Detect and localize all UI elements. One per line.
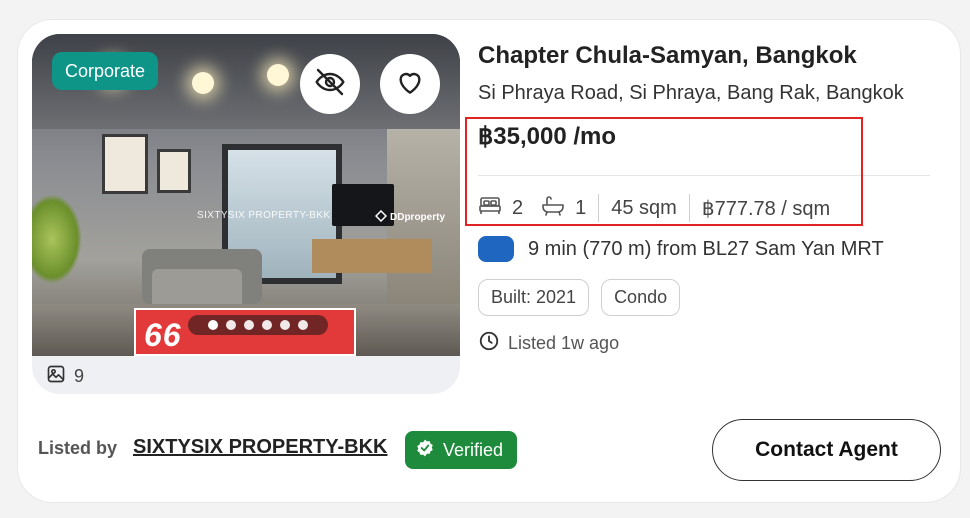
listing-tag: Condo [601,279,681,316]
shield-check-icon [415,438,435,463]
contact-agent-button[interactable]: Contact Agent [712,419,941,481]
ddproperty-logo: DDproperty [374,209,446,223]
mrt-line-badge [478,236,514,262]
photo-watermark: SIXTYSIX PROPERTY-BKK [197,210,331,221]
carousel-indicator[interactable] [188,315,328,335]
photo-wall-art [102,134,148,194]
transit-info: 9 min (770 m) from BL27 Sam Yan MRT [478,236,884,262]
photo-light [267,64,289,86]
ddproperty-icon [374,209,388,223]
price-highlight-box [465,117,863,226]
listing-tags: Built: 2021 Condo [478,279,681,316]
listing-address: Si Phraya Road, Si Phraya, Bang Rak, Ban… [478,82,904,104]
corporate-badge: Corporate [52,52,159,90]
listing-photo-gallery[interactable]: SIXTYSIX PROPERTY-BKK DDproperty 66 PROP… [32,34,460,394]
photo-wall-art [157,149,191,193]
transit-text: 9 min (770 m) from BL27 Sam Yan MRT [528,237,884,260]
photo-plant [32,194,82,284]
eye-off-icon [314,66,346,103]
photo-light [192,72,214,94]
carousel-dot[interactable] [262,320,272,330]
verified-badge: Verified [405,431,518,469]
photo-count-value: 9 [74,366,85,386]
listed-time: Listed 1w ago [478,330,619,357]
verified-label: Verified [443,439,504,460]
favorite-button[interactable] [380,54,440,114]
carousel-dot[interactable] [208,320,218,330]
ddproperty-text: DDproperty [390,212,446,223]
listing-tag: Built: 2021 [478,279,590,316]
listed-by-label: Listed by [38,438,118,458]
listing-title[interactable]: Chapter Chula-Samyan, Bangkok [478,42,857,70]
photo-count: 9 [46,364,84,389]
carousel-dot[interactable] [226,320,236,330]
heart-icon [394,66,426,103]
agent-name-link[interactable]: SIXTYSIX PROPERTY-BKK [133,436,388,459]
hide-listing-button[interactable] [300,54,360,114]
photo-cabinet [312,239,432,273]
carousel-dot[interactable] [298,320,308,330]
listed-time-text: Listed 1w ago [508,333,620,353]
clock-icon [478,330,500,357]
image-icon [46,364,66,389]
carousel-dot[interactable] [280,320,290,330]
photo-sofa-cushions [152,269,242,309]
carousel-dot[interactable] [244,320,254,330]
